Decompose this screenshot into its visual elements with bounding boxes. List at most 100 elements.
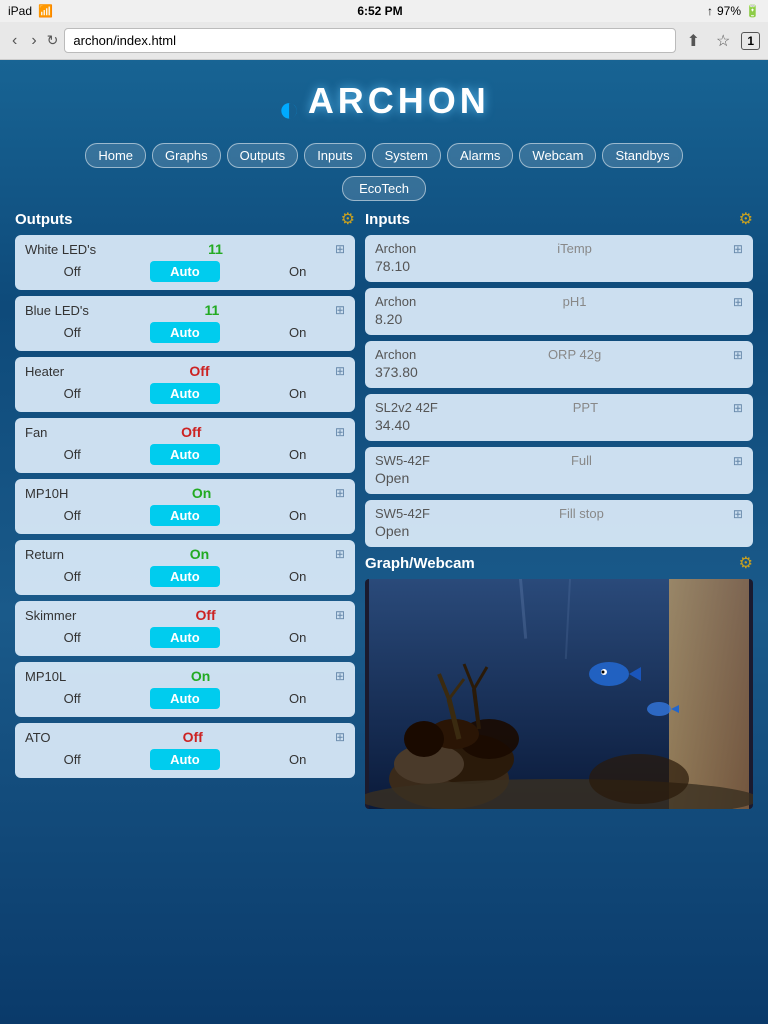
status-right: ↑ 97% 🔋 — [707, 4, 760, 18]
heater-label: Heater — [25, 364, 64, 379]
sw5fill-filter-icon: ⊞ — [733, 507, 743, 521]
ipad-label: iPad — [8, 4, 32, 18]
blue-leds-status: 11 — [205, 302, 220, 318]
right-col: Inputs ⚙ Archon iTemp ⊞ 78.10 Archon pH1… — [365, 209, 753, 809]
return-filter-icon: ⊞ — [335, 547, 345, 561]
white-leds-off-btn[interactable]: Off — [56, 262, 89, 281]
sw5fill-value: Open — [375, 521, 743, 539]
ato-label: ATO — [25, 730, 51, 745]
skimmer-label: Skimmer — [25, 608, 76, 623]
return-auto-btn[interactable]: Auto — [150, 566, 220, 587]
output-white-leds: White LED's 11 ⊞ Off Auto On — [15, 235, 355, 290]
blue-leds-filter-icon: ⊞ — [335, 303, 345, 317]
mp10h-off-btn[interactable]: Off — [56, 506, 89, 525]
output-fan: Fan Off ⊞ Off Auto On — [15, 418, 355, 473]
orp-filter-icon: ⊞ — [733, 348, 743, 362]
heater-auto-btn[interactable]: Auto — [150, 383, 220, 404]
sw5full-filter-icon: ⊞ — [733, 454, 743, 468]
nav-webcam[interactable]: Webcam — [519, 143, 596, 168]
input-sw5-fillstop: SW5-42F Fill stop ⊞ Open — [365, 500, 753, 547]
mp10h-on-btn[interactable]: On — [281, 506, 314, 525]
battery-icon: 🔋 — [745, 4, 760, 18]
ato-status: Off — [183, 729, 203, 745]
fan-off-btn[interactable]: Off — [56, 445, 89, 464]
nav-inputs[interactable]: Inputs — [304, 143, 365, 168]
forward-button[interactable]: › — [27, 30, 40, 52]
wifi-icon: 📶 — [38, 4, 53, 18]
inputs-gear-icon[interactable]: ⚙ — [739, 209, 753, 229]
mp10h-auto-btn[interactable]: Auto — [150, 505, 220, 526]
skimmer-on-btn[interactable]: On — [281, 628, 314, 647]
share-button[interactable]: ⬆ — [682, 29, 705, 53]
white-leds-auto-btn[interactable]: Auto — [150, 261, 220, 282]
blue-leds-on-btn[interactable]: On — [281, 323, 314, 342]
fan-on-btn[interactable]: On — [281, 445, 314, 464]
ato-auto-btn[interactable]: Auto — [150, 749, 220, 770]
white-leds-on-btn[interactable]: On — [281, 262, 314, 281]
heater-off-btn[interactable]: Off — [56, 384, 89, 403]
ato-off-btn[interactable]: Off — [56, 750, 89, 769]
output-mp10h: MP10H On ⊞ Off Auto On — [15, 479, 355, 534]
webcam-image — [365, 579, 753, 809]
outputs-title: Outputs — [15, 211, 73, 228]
main-content: ◐ ARCHON Home Graphs Outputs Inputs Syst… — [0, 60, 768, 819]
output-mp10l: MP10L On ⊞ Off Auto On — [15, 662, 355, 717]
back-button[interactable]: ‹ — [8, 30, 21, 52]
bookmark-button[interactable]: ☆ — [711, 29, 735, 53]
return-status: On — [190, 546, 209, 562]
nav-alarms[interactable]: Alarms — [447, 143, 513, 168]
output-return: Return On ⊞ Off Auto On — [15, 540, 355, 595]
refresh-button[interactable]: ↻ — [47, 32, 59, 49]
status-left: iPad 📶 — [8, 4, 53, 18]
webcam-gear-icon[interactable]: ⚙ — [739, 553, 753, 573]
input-itemp: Archon iTemp ⊞ 78.10 — [365, 235, 753, 282]
ato-on-btn[interactable]: On — [281, 750, 314, 769]
skimmer-status: Off — [196, 607, 216, 623]
nav-outputs[interactable]: Outputs — [227, 143, 299, 168]
tab-count[interactable]: 1 — [741, 32, 760, 50]
return-off-btn[interactable]: Off — [56, 567, 89, 586]
orp-source: Archon — [375, 347, 416, 362]
return-on-btn[interactable]: On — [281, 567, 314, 586]
mp10l-auto-btn[interactable]: Auto — [150, 688, 220, 709]
logo-area: ◐ ARCHON — [15, 70, 753, 135]
nav-graphs[interactable]: Graphs — [152, 143, 221, 168]
nav-bar: Home Graphs Outputs Inputs System Alarms… — [15, 135, 753, 172]
white-leds-label: White LED's — [25, 242, 96, 257]
inputs-title: Inputs — [365, 211, 410, 228]
mp10h-status: On — [192, 485, 211, 501]
blue-leds-auto-btn[interactable]: Auto — [150, 322, 220, 343]
skimmer-off-btn[interactable]: Off — [56, 628, 89, 647]
nav-standbys[interactable]: Standbys — [602, 143, 682, 168]
tank-svg — [365, 579, 753, 809]
output-heater: Heater Off ⊞ Off Auto On — [15, 357, 355, 412]
fan-label: Fan — [25, 425, 47, 440]
white-leds-status: 11 — [208, 241, 223, 257]
nav-ecotech[interactable]: EcoTech — [342, 176, 426, 201]
nav-home[interactable]: Home — [85, 143, 146, 168]
ph1-name: pH1 — [563, 294, 587, 309]
sw5full-source: SW5-42F — [375, 453, 430, 468]
output-skimmer: Skimmer Off ⊞ Off Auto On — [15, 601, 355, 656]
heater-on-btn[interactable]: On — [281, 384, 314, 403]
mp10l-on-btn[interactable]: On — [281, 689, 314, 708]
blue-leds-off-btn[interactable]: Off — [56, 323, 89, 342]
webcam-title: Graph/Webcam — [365, 555, 475, 572]
orp-name: ORP 42g — [548, 347, 601, 362]
fan-status: Off — [181, 424, 201, 440]
sw5fill-source: SW5-42F — [375, 506, 430, 521]
itemp-value: 78.10 — [375, 256, 743, 274]
orp-value: 373.80 — [375, 362, 743, 380]
outputs-gear-icon[interactable]: ⚙ — [341, 209, 355, 229]
outputs-panel: Outputs ⚙ White LED's 11 ⊞ Off Auto On — [15, 209, 355, 784]
fan-auto-btn[interactable]: Auto — [150, 444, 220, 465]
url-input[interactable] — [64, 28, 675, 53]
ppt-source: SL2v2 42F — [375, 400, 438, 415]
fan-filter-icon: ⊞ — [335, 425, 345, 439]
mp10l-off-btn[interactable]: Off — [56, 689, 89, 708]
heater-filter-icon: ⊞ — [335, 364, 345, 378]
skimmer-filter-icon: ⊞ — [335, 608, 345, 622]
skimmer-auto-btn[interactable]: Auto — [150, 627, 220, 648]
logo-text: ARCHON — [308, 80, 490, 121]
nav-system[interactable]: System — [372, 143, 441, 168]
